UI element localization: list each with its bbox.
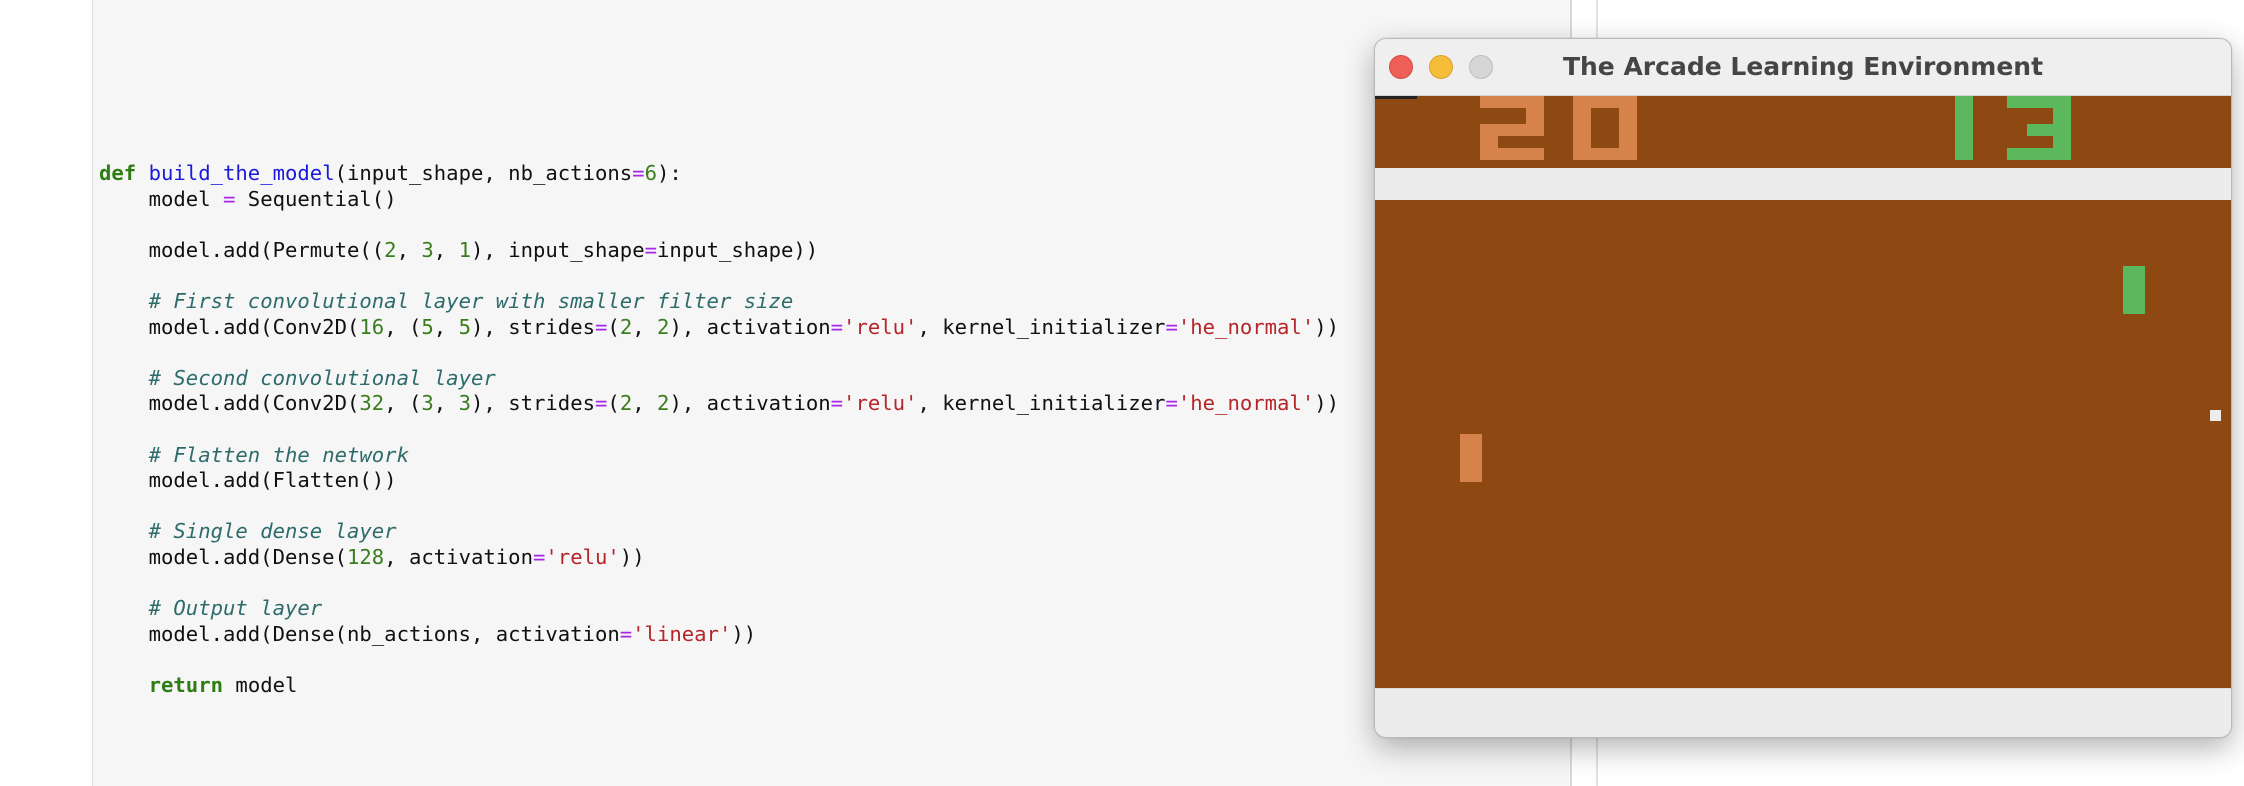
score-left: 20 [1480, 96, 1637, 160]
code-line: model.add(Dense(128, activation='relu')) [99, 544, 645, 569]
top-wall [1375, 168, 2231, 200]
code-line: model = Sequential() [99, 186, 397, 211]
game-screen[interactable]: 20 13 [1375, 96, 2231, 688]
code-line: model.add(Permute((2, 3, 1), input_shape… [99, 237, 819, 262]
code-line: def build_the_model(input_shape, nb_acti… [99, 161, 682, 185]
hud-corner-mark [1375, 96, 1417, 99]
code-line: # Output layer [148, 596, 323, 621]
score-digit-segment [1955, 96, 1973, 160]
code-line: model.add(Conv2D(32, (3, 3), strides=(2,… [99, 391, 1340, 416]
minimize-button[interactable] [1429, 55, 1453, 79]
notebook-gutter [0, 0, 92, 786]
paddle-right [2123, 266, 2145, 314]
zoom-button[interactable] [1469, 55, 1493, 79]
close-button[interactable] [1389, 55, 1413, 79]
code-line: return model [148, 672, 298, 697]
code-editor[interactable]: def build_the_model(input_shape, nb_acti… [99, 161, 1339, 698]
ball [2210, 410, 2221, 421]
ale-window[interactable]: The Arcade Learning Environment 20 13 [1374, 38, 2232, 738]
bottom-bar-edge [1375, 688, 2231, 689]
code-line: model.add(Flatten()) [99, 468, 397, 493]
window-bottom-bar [1375, 688, 2231, 737]
score-right: 13 [1931, 96, 2071, 160]
score-digit-segment [1573, 96, 1591, 160]
code-line: # Second convolutional layer [148, 365, 496, 390]
window-titlebar[interactable]: The Arcade Learning Environment [1375, 39, 2231, 96]
code-line: model.add(Conv2D(16, (5, 5), strides=(2,… [99, 314, 1340, 339]
code-line: # Single dense layer [148, 519, 397, 544]
score-digit-segment [2053, 96, 2071, 160]
paddle-left [1460, 434, 1482, 482]
score-digit-segment [1619, 96, 1637, 160]
code-line: # Flatten the network [148, 442, 409, 467]
code-line: # First convolutional layer with smaller… [148, 288, 794, 313]
window-title: The Arcade Learning Environment [1562, 52, 2044, 81]
desktop-screen: def build_the_model(input_shape, nb_acti… [0, 0, 2244, 786]
score-digit-segment [1480, 148, 1544, 160]
code-line: model.add(Dense(nb_actions, activation='… [99, 621, 757, 646]
